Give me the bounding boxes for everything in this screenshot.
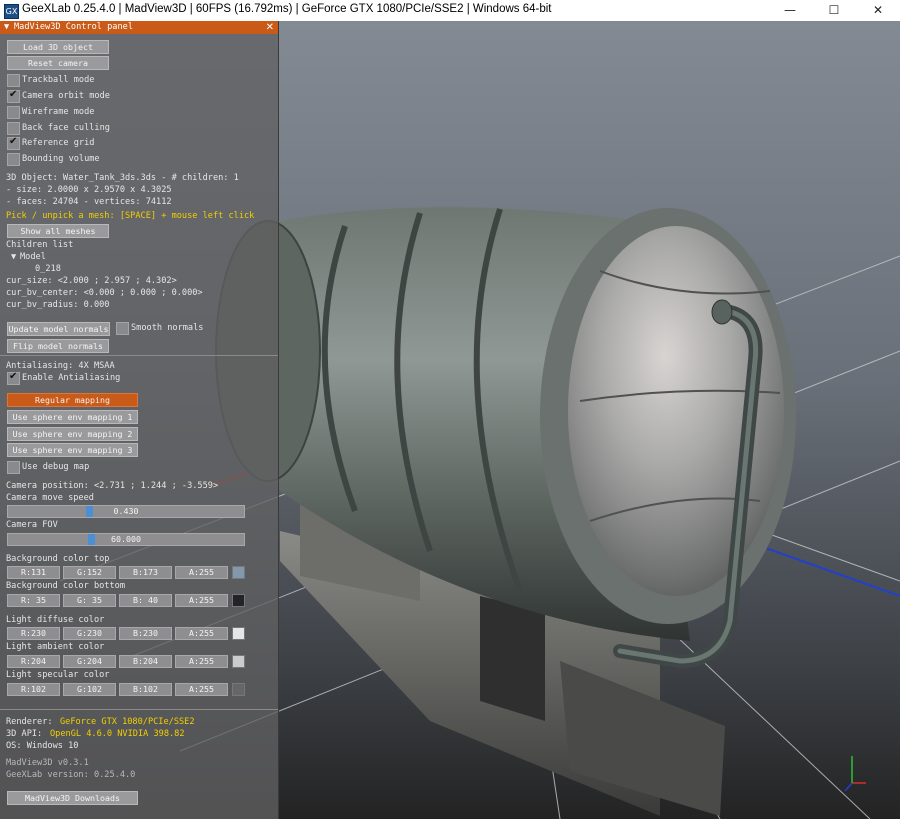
- panel-title: MadView3D Control panel: [14, 22, 133, 32]
- color-r-field[interactable]: R:204: [7, 655, 60, 668]
- color-a-field[interactable]: A:255: [175, 594, 228, 607]
- cur-bv-radius-info: cur_bv_radius: 0.000: [6, 300, 110, 310]
- sphere-env-mapping-1-button[interactable]: Use sphere env mapping 1: [7, 410, 138, 424]
- smooth-normals-checkbox[interactable]: [116, 322, 129, 335]
- color-a-field[interactable]: A:255: [175, 566, 228, 579]
- color-swatch[interactable]: [232, 627, 245, 640]
- reference-grid-label: Reference grid: [22, 138, 95, 148]
- smooth-normals-label: Smooth normals: [131, 323, 204, 333]
- camera-fov-slider[interactable]: 60.000: [7, 533, 245, 546]
- bounding-volume-checkbox[interactable]: [7, 153, 20, 166]
- trackball-mode-checkbox[interactable]: [7, 74, 20, 87]
- api-value: OpenGL 4.6.0 NVIDIA 398.82: [50, 729, 185, 739]
- back-face-culling-checkbox[interactable]: [7, 122, 20, 135]
- sphere-env-mapping-2-button[interactable]: Use sphere env mapping 2: [7, 427, 138, 441]
- reference-grid-checkbox[interactable]: [7, 136, 20, 150]
- renderer-label: Renderer:: [6, 717, 53, 727]
- color-a-field[interactable]: A:255: [175, 683, 228, 696]
- color-g-field[interactable]: G:152: [63, 566, 116, 579]
- light-ambient-color-label: Light ambient color: [6, 642, 105, 652]
- window-title-bar: GX GeeXLab 0.25.4.0 | MadView3D | 60FPS …: [0, 0, 900, 22]
- cur-bv-center-info: cur_bv_center: <0.000 ; 0.000 ; 0.000>: [6, 288, 203, 298]
- color-swatch[interactable]: [232, 683, 245, 696]
- camera-orbit-mode-checkbox[interactable]: [7, 89, 20, 103]
- camera-fov-label: Camera FOV: [6, 520, 58, 530]
- children-list-label: Children list: [6, 240, 74, 250]
- load-3d-object-button[interactable]: Load 3D object: [7, 40, 109, 54]
- wireframe-mode-label: Wireframe mode: [22, 107, 95, 117]
- color-g-field[interactable]: G:230: [63, 627, 116, 640]
- wireframe-mode-checkbox[interactable]: [7, 106, 20, 119]
- color-a-field[interactable]: A:255: [175, 627, 228, 640]
- panel-header[interactable]: ▼ MadView3D Control panel ✕: [0, 21, 278, 34]
- color-g-field[interactable]: G:204: [63, 655, 116, 668]
- light-diffuse-color-label: Light diffuse color: [6, 615, 105, 625]
- color-g-field[interactable]: G:102: [63, 683, 116, 696]
- flip-model-normals-button[interactable]: Flip model normals: [7, 339, 109, 353]
- update-model-normals-button[interactable]: Update model normals: [7, 322, 110, 336]
- os-info: OS: Windows 10: [6, 741, 79, 751]
- camera-fov-value: 60.000: [111, 534, 141, 544]
- collapse-arrow-icon[interactable]: ▼: [4, 21, 9, 34]
- tree-node-child[interactable]: 0_218: [35, 264, 61, 275]
- light-specular-color-label: Light specular color: [6, 670, 110, 680]
- camera-move-speed-label: Camera move speed: [6, 493, 94, 503]
- enable-antialiasing-checkbox[interactable]: [7, 371, 20, 385]
- color-r-field[interactable]: R:102: [7, 683, 60, 696]
- color-b-field[interactable]: B:204: [119, 655, 172, 668]
- window-title: GeeXLab 0.25.4.0 | MadView3D | 60FPS (16…: [22, 3, 552, 15]
- object-faces-line: - faces: 24704 - vertices: 74112: [6, 197, 172, 207]
- color-b-field[interactable]: B:230: [119, 627, 172, 640]
- color-swatch[interactable]: [232, 594, 245, 607]
- madview-version: MadView3D v0.3.1: [6, 758, 89, 768]
- bounding-volume-label: Bounding volume: [22, 154, 100, 164]
- api-label: 3D API:: [6, 729, 43, 739]
- color-r-field[interactable]: R:131: [7, 566, 60, 579]
- color-swatch[interactable]: [232, 566, 245, 579]
- tree-node-model[interactable]: Model: [20, 252, 46, 263]
- camera-position-info: Camera position: <2.731 ; 1.244 ; -3.559…: [6, 481, 219, 491]
- trackball-mode-label: Trackball mode: [22, 75, 95, 85]
- geexlab-version: GeeXLab version: 0.25.4.0: [6, 770, 136, 780]
- tree-expand-icon[interactable]: ▼: [11, 252, 16, 263]
- pick-mesh-hint: Pick / unpick a mesh: [SPACE] + mouse le…: [6, 211, 255, 221]
- control-panel: ▼ MadView3D Control panel ✕ Load 3D obje…: [0, 21, 279, 819]
- bg-bottom-color-label: Background color bottom: [6, 581, 125, 591]
- show-all-meshes-button[interactable]: Show all meshes: [7, 224, 109, 238]
- object-size-line: - size: 2.0000 x 2.9570 x 4.3025: [6, 185, 172, 195]
- reset-camera-button[interactable]: Reset camera: [7, 56, 109, 70]
- use-debug-map-checkbox[interactable]: [7, 461, 20, 474]
- object-info-line: 3D Object: Water_Tank_3ds.3ds - # childr…: [6, 173, 239, 183]
- enable-antialiasing-label: Enable Antialiasing: [22, 373, 121, 383]
- camera-move-speed-slider[interactable]: 0.430: [7, 505, 245, 518]
- color-a-field[interactable]: A:255: [175, 655, 228, 668]
- camera-move-speed-value: 0.430: [113, 506, 139, 516]
- back-face-culling-label: Back face culling: [22, 123, 110, 133]
- color-swatch[interactable]: [232, 655, 245, 668]
- bg-top-color-label: Background color top: [6, 554, 110, 564]
- color-b-field[interactable]: B: 40: [119, 594, 172, 607]
- cur-size-info: cur_size: <2.000 ; 2.957 ; 4.302>: [6, 276, 177, 286]
- close-window-icon[interactable]: ✕: [856, 0, 900, 21]
- divider: [0, 355, 278, 356]
- color-b-field[interactable]: B:173: [119, 566, 172, 579]
- color-r-field[interactable]: R: 35: [7, 594, 60, 607]
- sphere-env-mapping-3-button[interactable]: Use sphere env mapping 3: [7, 443, 138, 457]
- regular-mapping-button[interactable]: Regular mapping: [7, 393, 138, 407]
- madview3d-downloads-button[interactable]: MadView3D Downloads: [7, 791, 138, 805]
- color-b-field[interactable]: B:102: [119, 683, 172, 696]
- renderer-value: GeForce GTX 1080/PCIe/SSE2: [60, 717, 195, 727]
- color-g-field[interactable]: G: 35: [63, 594, 116, 607]
- maximize-icon[interactable]: ☐: [812, 0, 856, 21]
- antialiasing-info: Antialiasing: 4X MSAA: [6, 361, 115, 371]
- minimize-icon[interactable]: —: [768, 0, 812, 21]
- camera-orbit-mode-label: Camera orbit mode: [22, 91, 110, 101]
- color-r-field[interactable]: R:230: [7, 627, 60, 640]
- use-debug-map-label: Use debug map: [22, 462, 90, 472]
- divider: [0, 709, 278, 710]
- panel-close-icon[interactable]: ✕: [266, 21, 274, 34]
- geexlab-app-icon: GX: [4, 4, 19, 19]
